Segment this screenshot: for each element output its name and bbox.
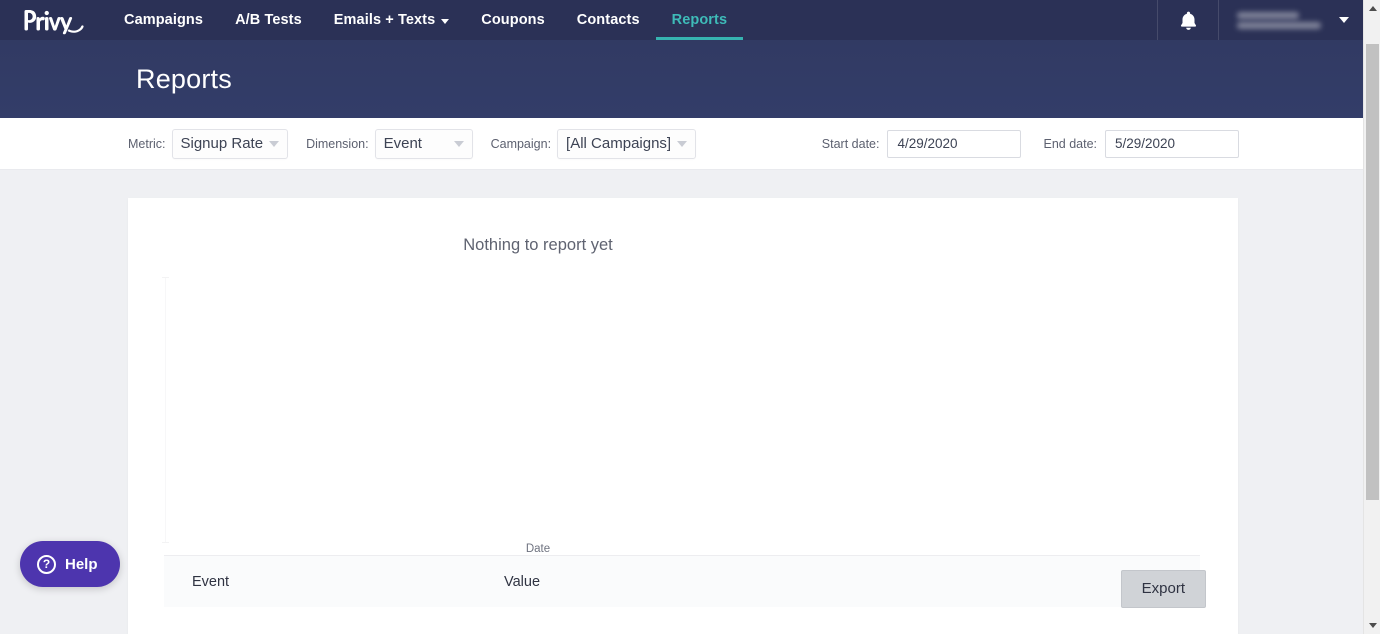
date-range-group: Start date: End date: — [821, 129, 1239, 158]
column-header-value: Value — [504, 574, 541, 590]
nav-item-emails-texts[interactable]: Emails + Texts — [318, 0, 465, 40]
nav-item-label: Coupons — [481, 12, 545, 28]
chevron-down-icon — [441, 18, 450, 24]
campaign-label: Campaign: — [490, 136, 552, 151]
nav-item-coupons[interactable]: Coupons — [465, 0, 561, 40]
end-date-input[interactable] — [1105, 129, 1239, 158]
chevron-down-icon — [1339, 17, 1349, 23]
chevron-down-icon — [677, 140, 688, 147]
export-button[interactable]: Export — [1120, 570, 1206, 608]
dimension-label: Dimension: — [306, 136, 369, 151]
scroll-up-button[interactable] — [1364, 0, 1380, 17]
help-button[interactable]: ? Help — [20, 541, 120, 587]
question-circle-icon: ? — [37, 554, 56, 574]
nav-item-label: Contacts — [576, 12, 640, 28]
nav-right-group — [1157, 0, 1363, 40]
nav-item-label: Emails + Texts — [333, 12, 436, 28]
report-content: Nothing to report yet Date Event Value E… — [0, 170, 1363, 634]
page-scrollbar[interactable] — [1363, 0, 1380, 634]
nav-item-label: Reports — [671, 12, 728, 28]
report-card: Nothing to report yet Date Event Value E… — [128, 198, 1238, 634]
notifications-button[interactable] — [1158, 0, 1218, 40]
caret-up-icon — [1368, 6, 1377, 11]
scroll-down-button[interactable] — [1364, 617, 1380, 634]
metric-label: Metric: — [128, 136, 166, 151]
page-title: Reports — [136, 63, 232, 94]
account-name-redacted — [1237, 8, 1329, 32]
table-header-row: Event Value Export — [164, 556, 1206, 608]
help-button-label: Help — [65, 555, 98, 573]
nav-item-ab-tests[interactable]: A/B Tests — [219, 0, 318, 40]
empty-state-message: Nothing to report yet — [463, 236, 613, 254]
end-date-label: End date: — [1043, 136, 1097, 151]
account-menu-button[interactable] — [1219, 0, 1363, 40]
privy-logo-icon — [24, 10, 84, 35]
chart-y-axis — [162, 277, 169, 543]
nav-item-reports[interactable]: Reports — [655, 0, 744, 40]
app-root: Campaigns A/B Tests Emails + Texts Coupo… — [0, 0, 1380, 634]
start-date-label: Start date: — [821, 136, 880, 151]
dimension-select[interactable]: Event — [374, 128, 473, 159]
campaign-select-value: [All Campaigns] — [566, 135, 672, 152]
campaign-select[interactable]: [All Campaigns] — [557, 128, 697, 159]
bell-icon — [1180, 11, 1196, 30]
nav-item-campaigns[interactable]: Campaigns — [108, 0, 219, 40]
page-header-band: Reports — [0, 40, 1363, 118]
nav-item-label: A/B Tests — [235, 12, 302, 28]
metric-select[interactable]: Signup Rate — [171, 128, 289, 159]
page-viewport: Campaigns A/B Tests Emails + Texts Coupo… — [0, 0, 1363, 634]
privy-logo[interactable] — [0, 0, 100, 40]
chart-plot-area: Date — [128, 255, 1238, 555]
nav-item-contacts[interactable]: Contacts — [561, 0, 656, 40]
chart-x-axis-label: Date — [525, 543, 551, 555]
top-navigation-bar: Campaigns A/B Tests Emails + Texts Coupo… — [0, 0, 1363, 40]
caret-down-icon — [1368, 623, 1377, 628]
primary-nav-items: Campaigns A/B Tests Emails + Texts Coupo… — [108, 0, 743, 40]
start-date-input[interactable] — [887, 129, 1022, 158]
metric-select-value: Signup Rate — [180, 135, 264, 152]
nav-item-label: Campaigns — [124, 12, 204, 28]
report-filter-bar: Metric: Signup Rate Dimension: Event Cam… — [0, 118, 1363, 170]
chevron-down-icon — [453, 140, 464, 147]
report-table: Event Value Export — [164, 555, 1206, 608]
scrollbar-thumb[interactable] — [1366, 44, 1379, 500]
dimension-select-value: Event — [383, 135, 422, 152]
chevron-down-icon — [269, 140, 280, 147]
column-header-event: Event — [192, 574, 230, 590]
